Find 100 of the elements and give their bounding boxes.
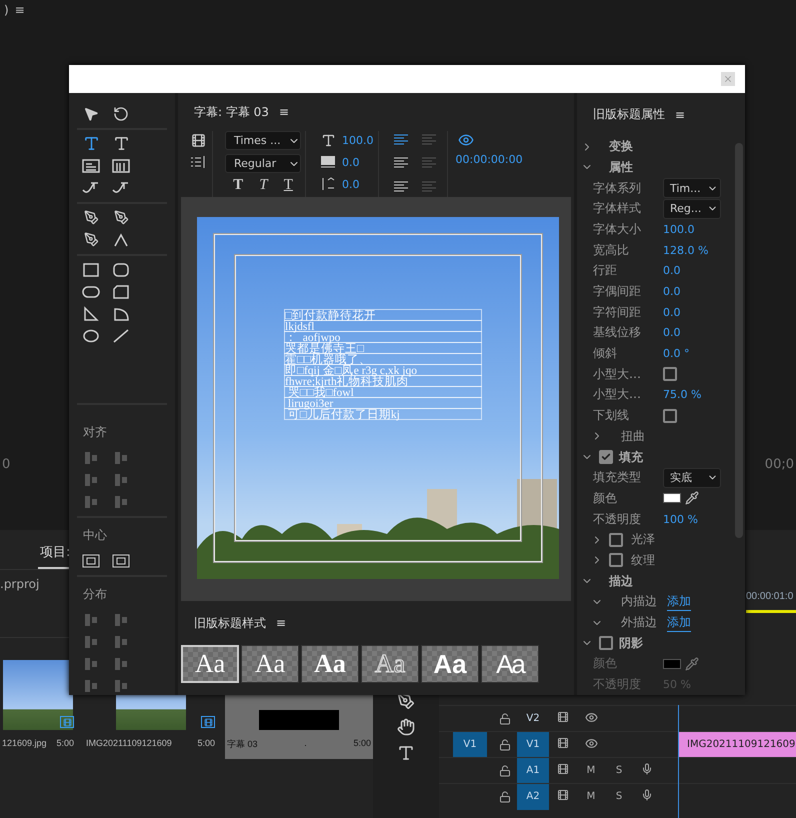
rounded-rectangle-icon	[82, 284, 100, 300]
text-style-button[interactable]: T	[280, 177, 297, 194]
arc-icon	[112, 306, 130, 322]
pen-icon	[114, 210, 128, 226]
source-patch[interactable]: V1	[453, 732, 487, 758]
text-style-button[interactable]: T	[229, 177, 248, 194]
lock-icon[interactable]	[499, 764, 511, 776]
property-label: 纹理	[630, 552, 655, 569]
property-label: 不透明度	[592, 676, 642, 694]
section-label: 属性	[608, 158, 633, 176]
group-label: 分布	[82, 586, 108, 603]
style-swatch[interactable]: Aa	[301, 645, 359, 683]
panel-menu-button[interactable]: ≡	[278, 105, 290, 119]
eyedropper-icon[interactable]	[685, 491, 699, 506]
track-label[interactable]: A2	[517, 784, 549, 810]
align-icon	[112, 678, 130, 694]
number-value[interactable]: 100 %	[663, 512, 698, 526]
mute-button[interactable]: M	[577, 791, 605, 802]
hand-icon[interactable]	[397, 718, 415, 736]
project-item[interactable]: IMG20211109121609 5:00	[84, 730, 217, 756]
track-label[interactable]: V2	[517, 706, 549, 732]
menu-text[interactable]: )	[4, 3, 9, 17]
path-text-icon	[82, 180, 100, 196]
property-label: 字符间距	[592, 304, 642, 321]
style-swatch[interactable]: Aa	[481, 645, 539, 683]
checkbox[interactable]	[663, 367, 677, 382]
style-swatch[interactable]: Aa	[361, 645, 419, 683]
panel-menu-button[interactable]: ≡	[675, 108, 686, 122]
leading-value[interactable]: 0.0	[342, 178, 360, 190]
section-label: 阴影	[618, 634, 643, 652]
dropdown[interactable]: Tim...	[663, 178, 721, 198]
style-swatch[interactable]: Aa	[421, 645, 479, 683]
add-link[interactable]: 添加	[667, 614, 691, 632]
mute-button[interactable]: M	[577, 765, 605, 776]
checkbox[interactable]	[609, 553, 623, 568]
tool-button[interactable]	[80, 156, 102, 175]
font-family-dropdown[interactable]: Times ...	[225, 131, 301, 150]
panel-menu-button[interactable]: ≡	[276, 616, 286, 630]
checkbox[interactable]	[663, 408, 677, 423]
solo-button[interactable]: S	[605, 765, 633, 776]
kerning-value[interactable]: 0.0	[342, 156, 360, 168]
align-icon	[82, 450, 100, 466]
property-label: 字体系列	[592, 180, 642, 197]
menu-text[interactable]: ≡	[14, 3, 25, 17]
number-value[interactable]: 100.0	[663, 222, 694, 236]
rotate-icon	[113, 106, 129, 122]
number-value[interactable]: 0.0 °	[663, 347, 690, 360]
property-label: 小型大…	[592, 366, 642, 383]
path-text-icon	[112, 180, 130, 196]
checkbox[interactable]	[599, 636, 613, 650]
checkbox[interactable]	[609, 532, 623, 547]
font-size-value[interactable]: 100.0	[342, 134, 374, 146]
font-style-dropdown[interactable]: Regular	[225, 154, 301, 173]
add-link[interactable]: 添加	[667, 592, 691, 611]
line-icon	[112, 328, 130, 344]
timeline-clip[interactable]: IMG20211109121609	[679, 732, 796, 758]
number-value[interactable]: 0.0	[663, 285, 680, 298]
track-label[interactable]: A1	[517, 758, 549, 784]
text-style-button[interactable]: T	[255, 177, 272, 194]
vertical-area-text-icon	[112, 158, 130, 174]
property-label: 宽高比	[592, 242, 630, 259]
checkbox[interactable]	[599, 450, 613, 464]
tool-button[interactable]	[110, 156, 132, 175]
lock-icon[interactable]	[499, 738, 511, 750]
center-button[interactable]	[80, 552, 102, 570]
number-value[interactable]: 0.0	[663, 306, 680, 319]
triangle-icon	[82, 306, 100, 322]
dropdown[interactable]: 实底	[663, 468, 721, 488]
project-item[interactable]: 121609.jpg 5:00	[0, 730, 76, 756]
center-icon	[112, 554, 130, 568]
property-label: 下划线	[592, 407, 630, 424]
lock-icon[interactable]	[499, 712, 511, 724]
property-label: 倾斜	[592, 345, 618, 362]
type-tool-icon[interactable]	[397, 744, 415, 762]
eyedropper-icon[interactable]	[685, 656, 699, 671]
number-value[interactable]: 75.0 %	[663, 388, 702, 402]
property-label: 外描边	[620, 614, 658, 632]
lock-icon[interactable]	[499, 790, 511, 802]
center-button[interactable]	[110, 552, 132, 570]
timecode-value[interactable]: 00:00:00:00	[456, 153, 523, 166]
panel-title: 字幕: 字幕 03	[194, 104, 269, 120]
solo-button[interactable]: S	[605, 791, 633, 802]
track-label[interactable]: V1	[517, 732, 549, 758]
ellipse-icon	[82, 328, 100, 344]
project-item[interactable]: 字幕 03 . 5:00	[225, 730, 373, 759]
number-value[interactable]: 0.0	[663, 264, 680, 278]
property-label: 颜色	[592, 490, 618, 507]
film-icon	[60, 716, 74, 728]
close-icon	[723, 74, 733, 84]
number-value[interactable]: 128.0 %	[663, 244, 708, 257]
pen-icon[interactable]	[397, 692, 415, 710]
center-icon	[82, 554, 100, 568]
property-label: 字偶间距	[592, 283, 642, 300]
number-value[interactable]: 0.0	[663, 326, 680, 340]
style-swatch[interactable]: Aa	[241, 645, 299, 683]
timecode: 0	[2, 457, 10, 472]
dropdown[interactable]: Reg...	[663, 198, 721, 219]
pointer-icon	[83, 106, 99, 122]
style-swatch[interactable]: Aa	[181, 645, 239, 683]
color-swatch[interactable]	[663, 493, 681, 504]
